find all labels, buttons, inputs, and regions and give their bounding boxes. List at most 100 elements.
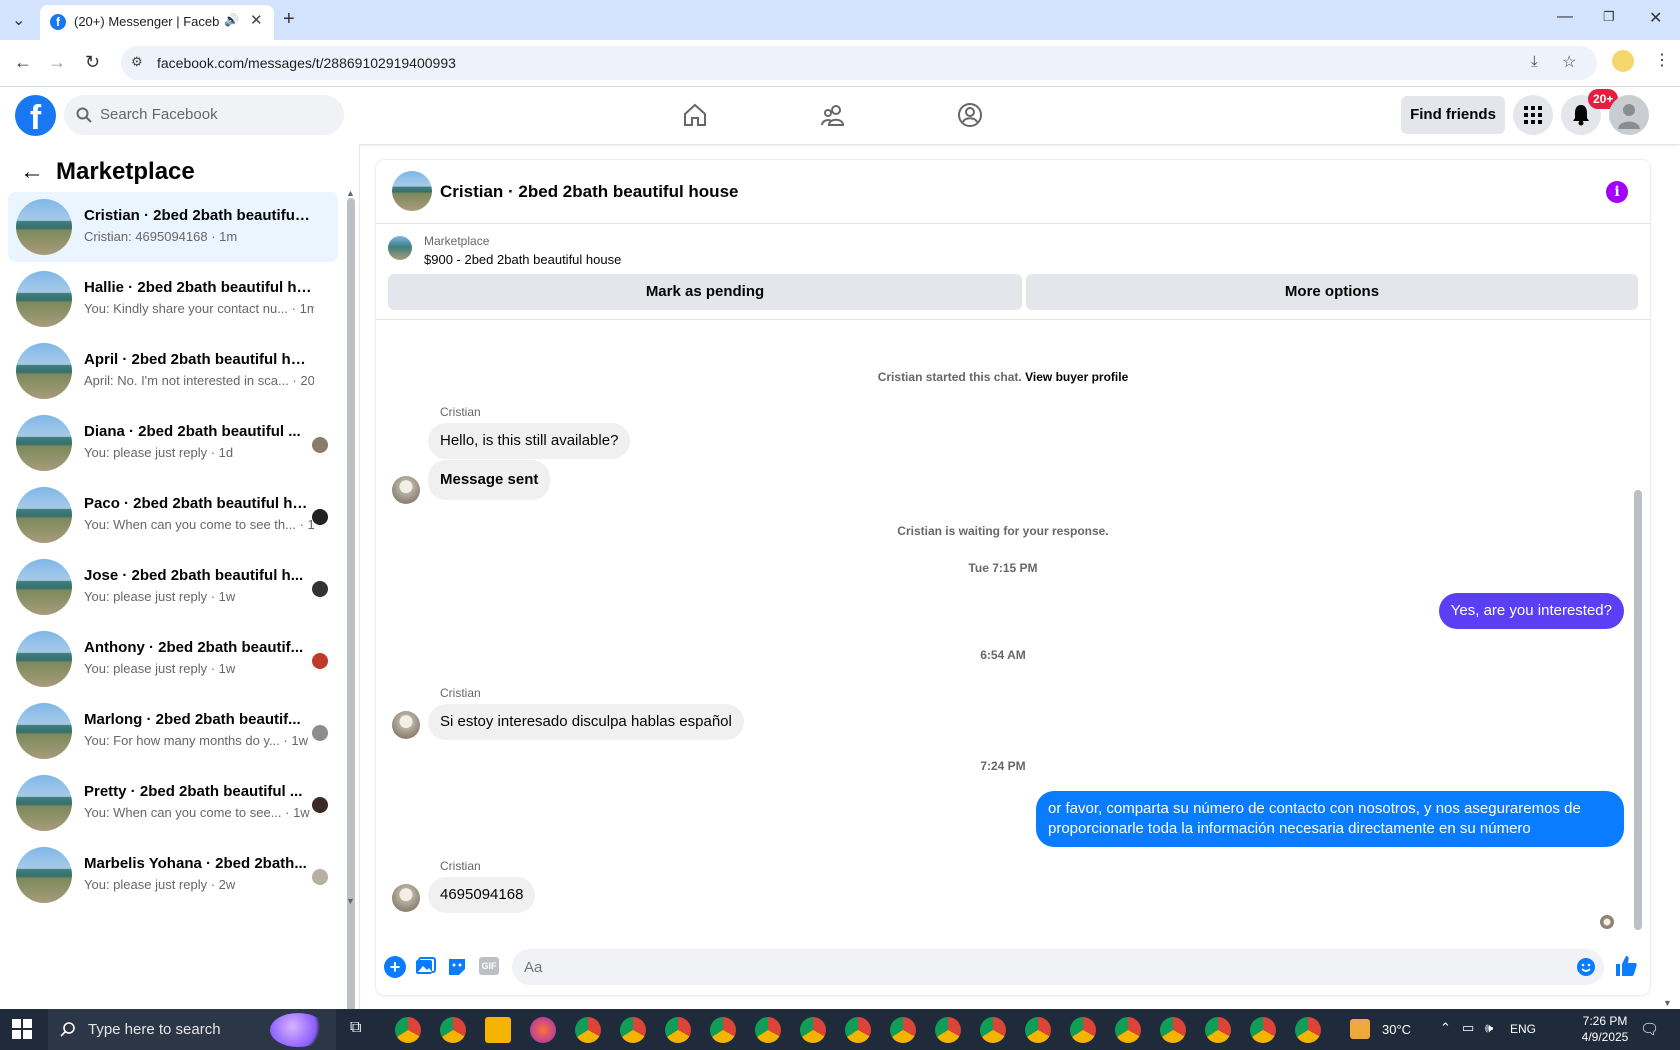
account-avatar[interactable] xyxy=(1609,95,1649,135)
conversation-item[interactable]: April · 2bed 2bath beautiful house April:… xyxy=(8,336,338,406)
chrome-icon[interactable] xyxy=(440,1017,466,1043)
notification-center-icon[interactable]: 🗨 xyxy=(1640,1020,1659,1038)
chrome-icon[interactable] xyxy=(1070,1017,1096,1043)
chrome-icon[interactable] xyxy=(620,1017,646,1043)
like-thumb-icon[interactable] xyxy=(1614,954,1638,978)
page-scroll-down-icon[interactable]: ▼ xyxy=(1663,998,1672,1008)
listing-thumbnail[interactable] xyxy=(388,236,412,260)
chrome-icon[interactable] xyxy=(665,1017,691,1043)
task-view-icon[interactable]: ⧉ xyxy=(350,1019,361,1037)
tab-search-icon[interactable]: ⌄ xyxy=(12,10,25,30)
windows-start-icon[interactable] xyxy=(12,1019,32,1039)
message-input[interactable] xyxy=(512,949,1604,985)
close-window-icon[interactable]: ✕ xyxy=(1649,8,1662,28)
conversation-item[interactable]: Marbelis Yohana · 2bed 2bath... You: plea… xyxy=(8,840,338,910)
view-buyer-profile-link[interactable]: View buyer profile xyxy=(1025,370,1128,384)
temperature[interactable]: 30°C xyxy=(1382,1022,1411,1037)
chrome-icon[interactable] xyxy=(800,1017,826,1043)
url-box[interactable]: ⚙ facebook.com/messages/t/28869102919400… xyxy=(121,46,1597,80)
sticker-icon[interactable] xyxy=(446,956,468,978)
back-icon[interactable]: ← xyxy=(14,52,32,73)
chrome-icon[interactable] xyxy=(935,1017,961,1043)
conversation-item[interactable]: Anthony · 2bed 2bath beautif... You: plea… xyxy=(8,624,338,694)
info-icon[interactable]: i xyxy=(1606,181,1628,203)
emoji-icon[interactable] xyxy=(1576,957,1596,977)
outgoing-message[interactable]: Yes, are you interested? xyxy=(1438,593,1624,629)
chrome-icon[interactable] xyxy=(1250,1017,1276,1043)
facebook-logo-icon[interactable]: f xyxy=(15,95,56,136)
add-icon[interactable]: + xyxy=(384,956,406,978)
gif-icon[interactable]: GIF xyxy=(479,957,499,975)
menu-grid-icon[interactable] xyxy=(1513,95,1553,135)
conversation-item[interactable]: Jose · 2bed 2bath beautiful h... You: ple… xyxy=(8,552,338,622)
groups-icon[interactable] xyxy=(956,101,984,129)
more-options-button[interactable]: More options xyxy=(1026,274,1638,310)
chat-scrollbar[interactable] xyxy=(1634,490,1642,930)
url-text[interactable]: facebook.com/messages/t/2886910291940099… xyxy=(157,55,456,71)
conversation-item[interactable]: Paco · 2bed 2bath beautiful house You: Wh… xyxy=(8,480,338,550)
taskbar-search[interactable]: Type here to search xyxy=(48,1009,336,1050)
conversation-item[interactable]: Pretty · 2bed 2bath beautiful ... You: Wh… xyxy=(8,768,338,838)
outgoing-message[interactable]: or favor, comparta su número de contacto… xyxy=(1036,791,1624,847)
incoming-message[interactable]: 4695094168 xyxy=(428,877,536,913)
incoming-message[interactable]: Message sent xyxy=(428,460,551,500)
scroll-up-icon[interactable]: ▲ xyxy=(346,188,355,198)
conversation-name: Hallie · 2bed 2bath beautiful ho... xyxy=(84,279,314,296)
forward-icon[interactable]: → xyxy=(48,52,66,73)
browser-menu-icon[interactable]: ⋮ xyxy=(1654,50,1670,70)
listing-text[interactable]: $900 - 2bed 2bath beautiful house xyxy=(424,252,621,267)
conversation-item[interactable]: Diana · 2bed 2bath beautiful ... You: ple… xyxy=(8,408,338,478)
find-friends-button[interactable]: Find friends xyxy=(1401,96,1505,134)
firefox-icon[interactable] xyxy=(530,1017,556,1043)
photo-icon[interactable] xyxy=(414,956,436,978)
sender-avatar[interactable] xyxy=(392,711,420,739)
conversation-item[interactable]: Cristian · 2bed 2bath beautiful h... Cris… xyxy=(8,192,338,262)
chrome-icon[interactable] xyxy=(1160,1017,1186,1043)
file-explorer-icon[interactable] xyxy=(485,1017,511,1043)
language-indicator[interactable]: ENG xyxy=(1510,1022,1536,1036)
extension-icon[interactable] xyxy=(1612,50,1634,72)
chrome-icon[interactable] xyxy=(755,1017,781,1043)
restore-icon[interactable]: ❐ xyxy=(1603,9,1615,25)
facebook-search[interactable]: Search Facebook xyxy=(64,95,344,135)
chrome-icon[interactable] xyxy=(710,1017,736,1043)
incoming-message[interactable]: Hello, is this still available? xyxy=(428,423,631,459)
sender-avatar[interactable] xyxy=(392,884,420,912)
home-icon[interactable] xyxy=(681,101,709,129)
chat-title[interactable]: Cristian · 2bed 2bath beautiful house xyxy=(440,182,738,202)
chrome-icon[interactable] xyxy=(1295,1017,1321,1043)
volume-icon[interactable]: 🕪 xyxy=(1485,1020,1493,1036)
browser-tab[interactable]: f (20+) Messenger | Facebook 🔊 ✕ xyxy=(40,5,274,40)
conversation-item[interactable]: Marlong · 2bed 2bath beautif... You: For … xyxy=(8,696,338,766)
mark-as-pending-button[interactable]: Mark as pending xyxy=(388,274,1022,310)
network-icon[interactable]: ▭ xyxy=(1462,1020,1474,1036)
back-arrow-icon[interactable]: ← xyxy=(20,158,44,186)
reload-icon[interactable]: ↻ xyxy=(85,52,100,73)
chrome-icon[interactable] xyxy=(1115,1017,1141,1043)
sender-avatar[interactable] xyxy=(392,476,420,504)
new-tab-button[interactable]: + xyxy=(283,8,295,31)
chrome-icon[interactable] xyxy=(890,1017,916,1043)
minimize-icon[interactable]: — xyxy=(1557,8,1573,26)
chrome-icon[interactable] xyxy=(1205,1017,1231,1043)
chrome-icon[interactable] xyxy=(575,1017,601,1043)
conversation-item[interactable]: Hallie · 2bed 2bath beautiful ho... You: … xyxy=(8,264,338,334)
tray-chevron-icon[interactable]: ⌃ xyxy=(1440,1020,1451,1036)
site-info-icon[interactable]: ⚙ xyxy=(131,54,143,70)
chat-avatar[interactable] xyxy=(392,171,432,211)
chrome-icon[interactable] xyxy=(395,1017,421,1043)
install-icon[interactable]: ⤓ xyxy=(1531,53,1538,70)
friends-icon[interactable] xyxy=(819,101,847,129)
sidebar-scrollbar[interactable] xyxy=(347,198,355,1034)
chrome-icon[interactable] xyxy=(1025,1017,1051,1043)
scroll-down-icon[interactable]: ▼ xyxy=(346,896,355,906)
incoming-message[interactable]: Si estoy interesado disculpa hablas espa… xyxy=(428,704,744,740)
bookmark-star-icon[interactable]: ☆ xyxy=(1562,52,1576,72)
close-tab-icon[interactable]: ✕ xyxy=(250,11,263,29)
chrome-icon[interactable] xyxy=(845,1017,871,1043)
clock[interactable]: 7:26 PM 4/9/2025 xyxy=(1570,1013,1640,1045)
audio-icon[interactable]: 🔊 xyxy=(224,13,239,27)
weather-icon[interactable] xyxy=(1350,1019,1370,1039)
chrome-icon[interactable] xyxy=(980,1017,1006,1043)
taskbar-search-placeholder: Type here to search xyxy=(88,1021,221,1038)
